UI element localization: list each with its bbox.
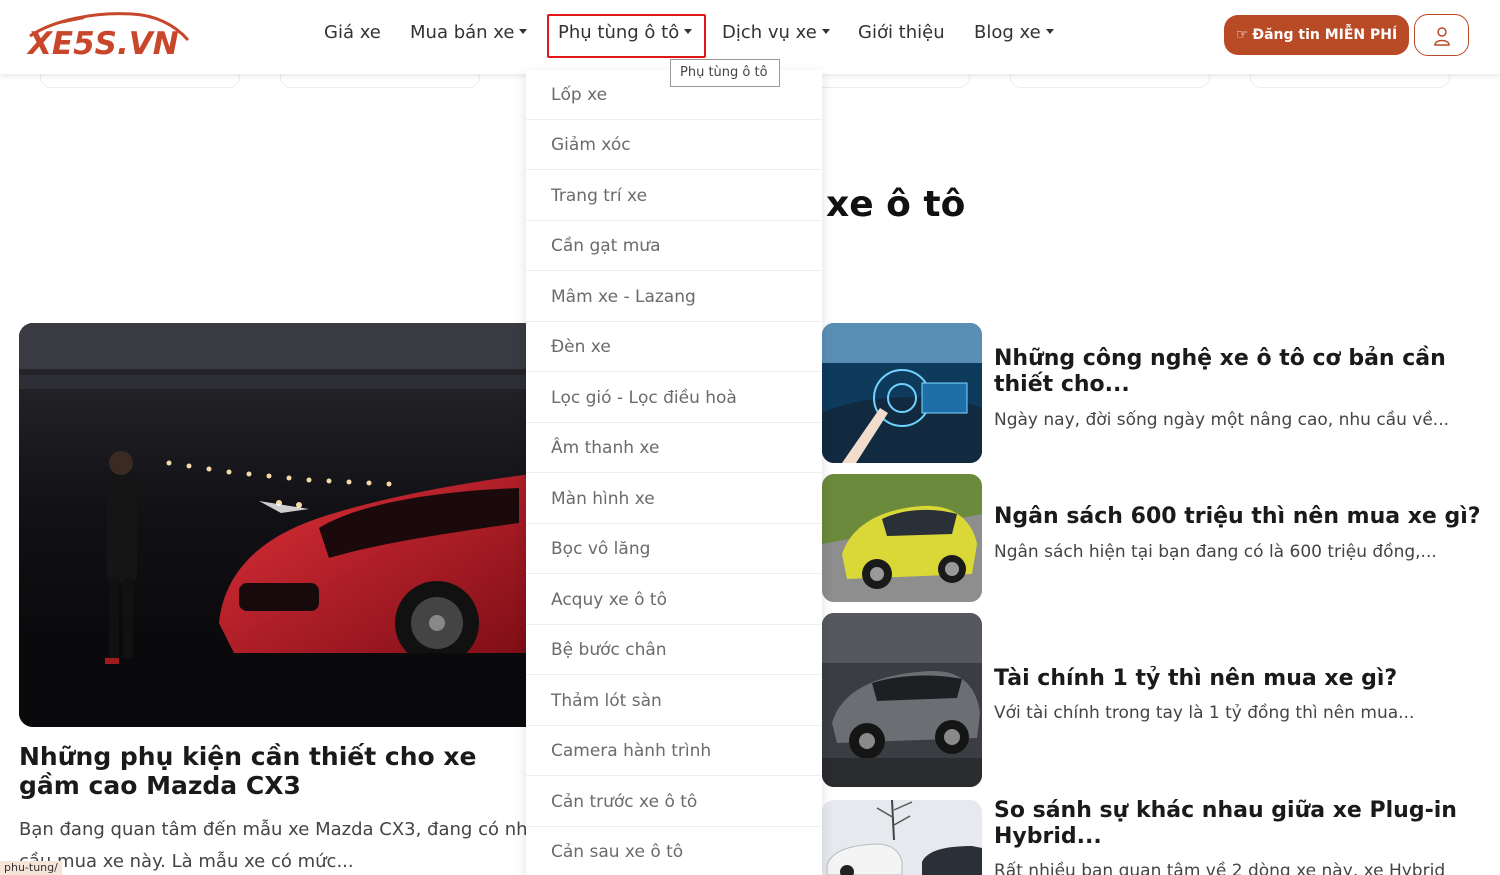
dropdown-item-label: Giảm xóc xyxy=(551,135,631,155)
featured-article-image[interactable] xyxy=(19,323,539,727)
caret-down-icon xyxy=(1045,29,1054,34)
article-title[interactable]: Ngân sách 600 triệu thì nên mua xe gì? xyxy=(994,504,1484,530)
article-title[interactable]: Tài chính 1 tỷ thì nên mua xe gì? xyxy=(994,666,1484,692)
dropdown-item-tham-lot-san[interactable]: Thảm lót sàn xyxy=(526,676,822,726)
nav-dich-vu-xe[interactable]: Dịch vụ xe xyxy=(722,22,830,43)
nav-blog-xe[interactable]: Blog xe xyxy=(974,22,1054,43)
article-title[interactable]: So sánh sự khác nhau giữa xe Plug-in Hyb… xyxy=(994,798,1484,850)
dropdown-item-mam-xe[interactable]: Mâm xe - Lazang xyxy=(526,272,822,322)
user-account-button[interactable] xyxy=(1414,14,1469,56)
article-excerpt: Rất nhiều bạn quan tâm về 2 dòng xe này,… xyxy=(994,861,1446,875)
dropdown-item-can-gat-mua[interactable]: Cần gạt mưa xyxy=(526,221,822,271)
nav-highlight-box xyxy=(547,14,706,58)
featured-article-title[interactable]: Những phụ kiện cần thiết cho xe gầm cao … xyxy=(19,742,539,800)
status-bar-url: phu-tung/ xyxy=(0,861,62,875)
nav-gia-xe[interactable]: Giá xe xyxy=(324,22,381,43)
caret-down-icon xyxy=(519,29,528,34)
nav-label: Blog xe xyxy=(974,22,1041,43)
user-icon xyxy=(1434,27,1450,46)
caret-down-icon xyxy=(821,29,830,34)
featured-article-excerpt: Bạn đang quan tâm đến mẫu xe Mazda CX3, … xyxy=(19,819,539,872)
post-listing-button[interactable]: ☞ Đăng tin MIỄN PHÍ xyxy=(1224,15,1409,55)
dropdown-item-label: Âm thanh xe xyxy=(551,438,660,458)
article-thumbnail[interactable] xyxy=(822,323,982,463)
dropdown-item-boc-vo-lang[interactable]: Bọc vô lăng xyxy=(526,524,822,574)
site-logo[interactable]: XE5S.VN xyxy=(24,10,190,64)
parts-dropdown-menu: Lốp xe Giảm xóc Trang trí xe Cần gạt mưa… xyxy=(526,70,822,875)
dropdown-item-label: Bọc vô lăng xyxy=(551,539,651,559)
dropdown-item-can-truoc[interactable]: Cản trước xe ô tô xyxy=(526,777,822,827)
dropdown-item-camera-hanh-trinh[interactable]: Camera hành trình xyxy=(526,726,822,776)
pointing-hand-icon: ☞ xyxy=(1235,27,1249,43)
post-button-label: Đăng tin MIỄN PHÍ xyxy=(1252,27,1398,43)
dropdown-item-acquy[interactable]: Acquy xe ô tô xyxy=(526,575,822,625)
dropdown-item-label: Trang trí xe xyxy=(551,186,648,206)
dropdown-item-man-hinh-xe[interactable]: Màn hình xe xyxy=(526,474,822,524)
nav-label: Giá xe xyxy=(324,22,381,43)
article-thumbnail[interactable] xyxy=(822,613,982,787)
article-thumbnail[interactable] xyxy=(822,800,982,875)
nav-label: Mua bán xe xyxy=(410,22,515,43)
article-thumbnail[interactable] xyxy=(822,474,982,602)
dropdown-item-label: Bệ bước chân xyxy=(551,640,667,660)
dropdown-item-label: Acquy xe ô tô xyxy=(551,590,667,610)
dropdown-item-loc-gio[interactable]: Lọc gió - Lọc điều hoà xyxy=(526,373,822,423)
article-title[interactable]: Những công nghệ xe ô tô cơ bản cần thiết… xyxy=(994,346,1484,398)
dropdown-item-be-buoc-chan[interactable]: Bệ bước chân xyxy=(526,625,822,675)
dropdown-item-label: Mâm xe - Lazang xyxy=(551,287,696,307)
article-excerpt: Ngân sách hiện tại bạn đang có là 600 tr… xyxy=(994,542,1437,562)
dropdown-item-label: Camera hành trình xyxy=(551,741,712,761)
dropdown-item-label: Cản sau xe ô tô xyxy=(551,842,684,862)
dropdown-item-label: Màn hình xe xyxy=(551,489,655,509)
dropdown-item-den-xe[interactable]: Đèn xe xyxy=(526,322,822,372)
dropdown-item-am-thanh-xe[interactable]: Âm thanh xe xyxy=(526,423,822,473)
article-excerpt: Ngày nay, đời sống ngày một nâng cao, nh… xyxy=(994,410,1450,430)
section-title: xe ô tô xyxy=(826,184,966,225)
nav-label: Giới thiệu xyxy=(858,22,945,43)
dropdown-item-can-sau[interactable]: Cản sau xe ô tô xyxy=(526,827,822,875)
dropdown-item-label: Lọc gió - Lọc điều hoà xyxy=(551,388,737,408)
nav-label: Dịch vụ xe xyxy=(722,22,817,43)
dropdown-item-label: Cần gạt mưa xyxy=(551,236,661,256)
nav-gioi-thieu[interactable]: Giới thiệu xyxy=(858,22,945,43)
logo-text: XE5S.VN xyxy=(28,26,179,62)
nav-mua-ban-xe[interactable]: Mua bán xe xyxy=(410,22,528,43)
dropdown-item-label: Thảm lót sàn xyxy=(551,691,662,711)
dropdown-item-label: Đèn xe xyxy=(551,337,611,357)
dropdown-item-giam-xoc[interactable]: Giảm xóc xyxy=(526,120,822,170)
nav-tooltip: Phụ tùng ô tô xyxy=(670,59,780,87)
dropdown-item-label: Cản trước xe ô tô xyxy=(551,792,698,812)
dropdown-item-label: Lốp xe xyxy=(551,85,608,105)
dropdown-item-trang-tri-xe[interactable]: Trang trí xe xyxy=(526,171,822,221)
article-excerpt: Với tài chính trong tay là 1 tỷ đồng thì… xyxy=(994,703,1415,723)
